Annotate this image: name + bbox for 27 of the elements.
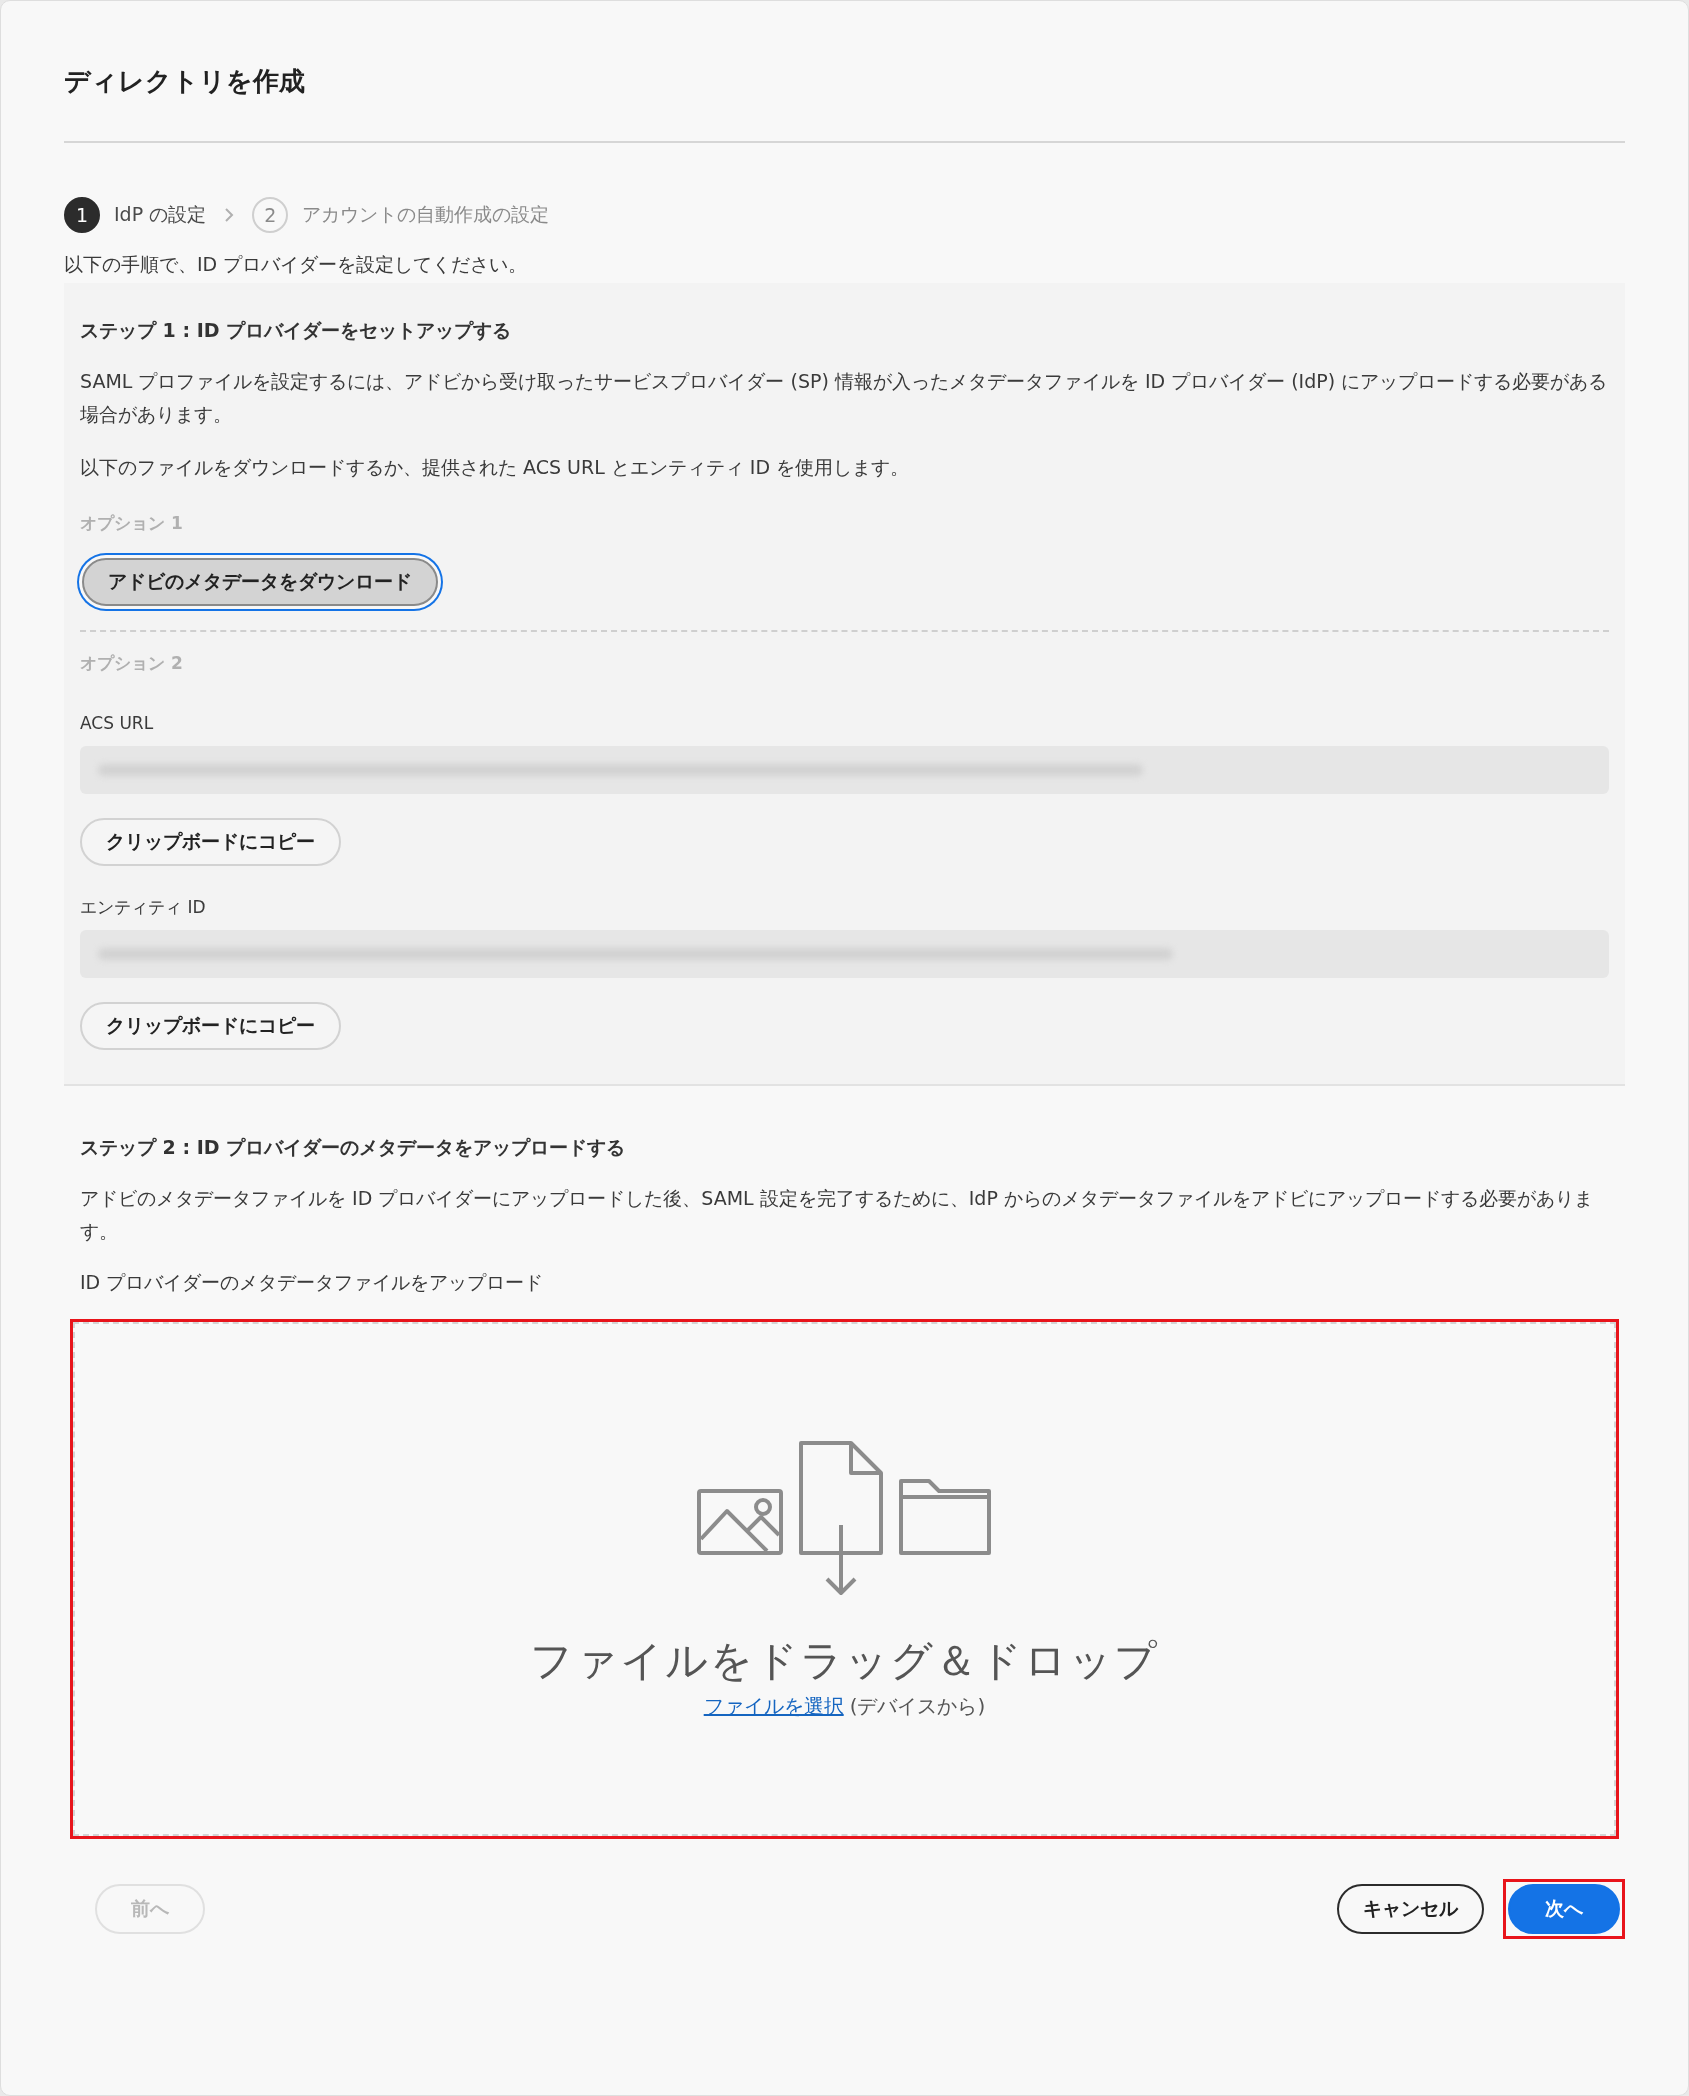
dialog-title: ディレクトリを作成 bbox=[64, 59, 1625, 143]
field-label: ACS URL bbox=[80, 712, 155, 735]
url-field[interactable] bbox=[80, 930, 1609, 978]
step-number: 1 bbox=[64, 197, 100, 233]
step-label: アカウントの自動作成の設定 bbox=[302, 202, 550, 227]
upload-label: ID プロバイダーのメタデータファイルをアップロード bbox=[80, 1270, 545, 1295]
device-hint: (デバイスから) bbox=[849, 1692, 986, 1720]
step-description: 以下のファイルをダウンロードするか、提供された ACS URL とエンティティ ID を使用します。 bbox=[80, 455, 911, 480]
select-file-link[interactable]: ファイルを選択 bbox=[703, 1692, 844, 1720]
step-description: SAML プロファイルを設定するには、アドビから受け取ったサービスプロバイダー (SP) 情報が入ったメタデータファイルを ID プロバイダー (IdP) にアップロードする必要がある場合があります。 bbox=[80, 369, 1609, 427]
drop-title: ファイルをドラッグ＆ドロップ bbox=[530, 1634, 1159, 1687]
step-label: IdP の設定 bbox=[114, 202, 207, 227]
option-label: オプション 2 bbox=[80, 652, 184, 675]
step-heading: ステップ 1 : ID プロバイダーをセットアップする bbox=[80, 318, 513, 343]
intro-text: 以下の手順で、ID プロバイダーを設定してください。 bbox=[64, 252, 529, 277]
step-description: アドビのメタデータファイルを ID プロバイダーにアップロードした後、SAML 設定を完了するために、IdP からのメタデータファイルをアドビにアップロードする必要があります。 bbox=[80, 1186, 1594, 1244]
drop-zone[interactable]: ファイルをドラッグ＆ドロップ ファイルを選択 (デバイスから) bbox=[70, 1319, 1619, 1839]
step-heading: ステップ 2 : ID プロバイダーのメタデータをアップロードする bbox=[80, 1135, 627, 1160]
cancel-button[interactable]: キャンセル bbox=[1337, 1884, 1484, 1934]
url-field[interactable] bbox=[80, 746, 1609, 794]
field-label: エンティティ ID bbox=[80, 896, 207, 919]
chevron-icon bbox=[224, 207, 235, 223]
copy-button[interactable]: クリップボードにコピー bbox=[80, 818, 341, 866]
copy-button[interactable]: クリップボードにコピー bbox=[80, 1002, 341, 1050]
step-number: 2 bbox=[252, 197, 289, 233]
next-button[interactable]: 次へ bbox=[1508, 1884, 1620, 1934]
option-label: オプション 1 bbox=[80, 512, 184, 535]
